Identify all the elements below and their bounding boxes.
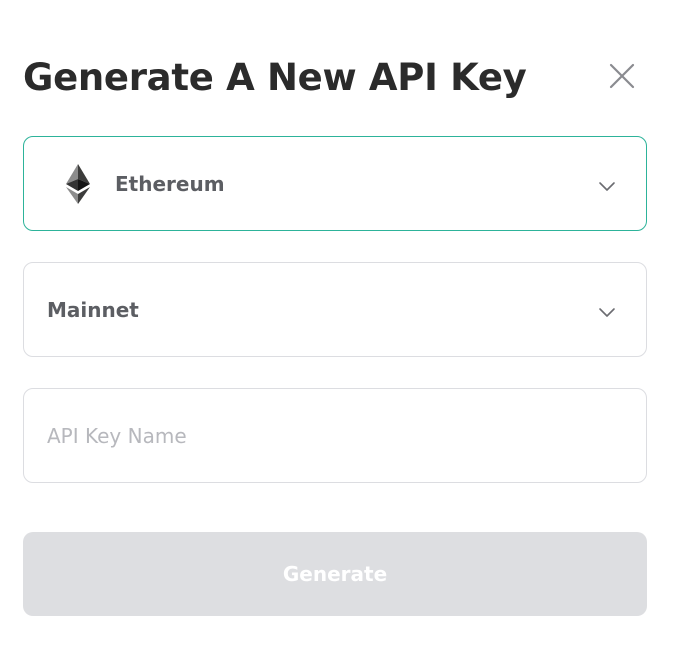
chevron-down-icon [598, 303, 616, 317]
chain-select[interactable]: Ethereum [23, 136, 647, 231]
api-key-name-field[interactable] [23, 388, 647, 483]
api-key-name-input[interactable] [47, 419, 617, 453]
chevron-down-icon [598, 177, 616, 191]
generate-button[interactable]: Generate [23, 532, 647, 616]
ethereum-icon [64, 164, 92, 204]
generate-api-key-modal: Generate A New API Key Ethereum Mainnet [0, 0, 689, 649]
network-select-value: Mainnet [47, 298, 139, 322]
close-icon[interactable] [606, 60, 638, 92]
chain-select-value: Ethereum [115, 172, 225, 196]
network-select[interactable]: Mainnet [23, 262, 647, 357]
modal-title: Generate A New API Key [23, 56, 527, 99]
